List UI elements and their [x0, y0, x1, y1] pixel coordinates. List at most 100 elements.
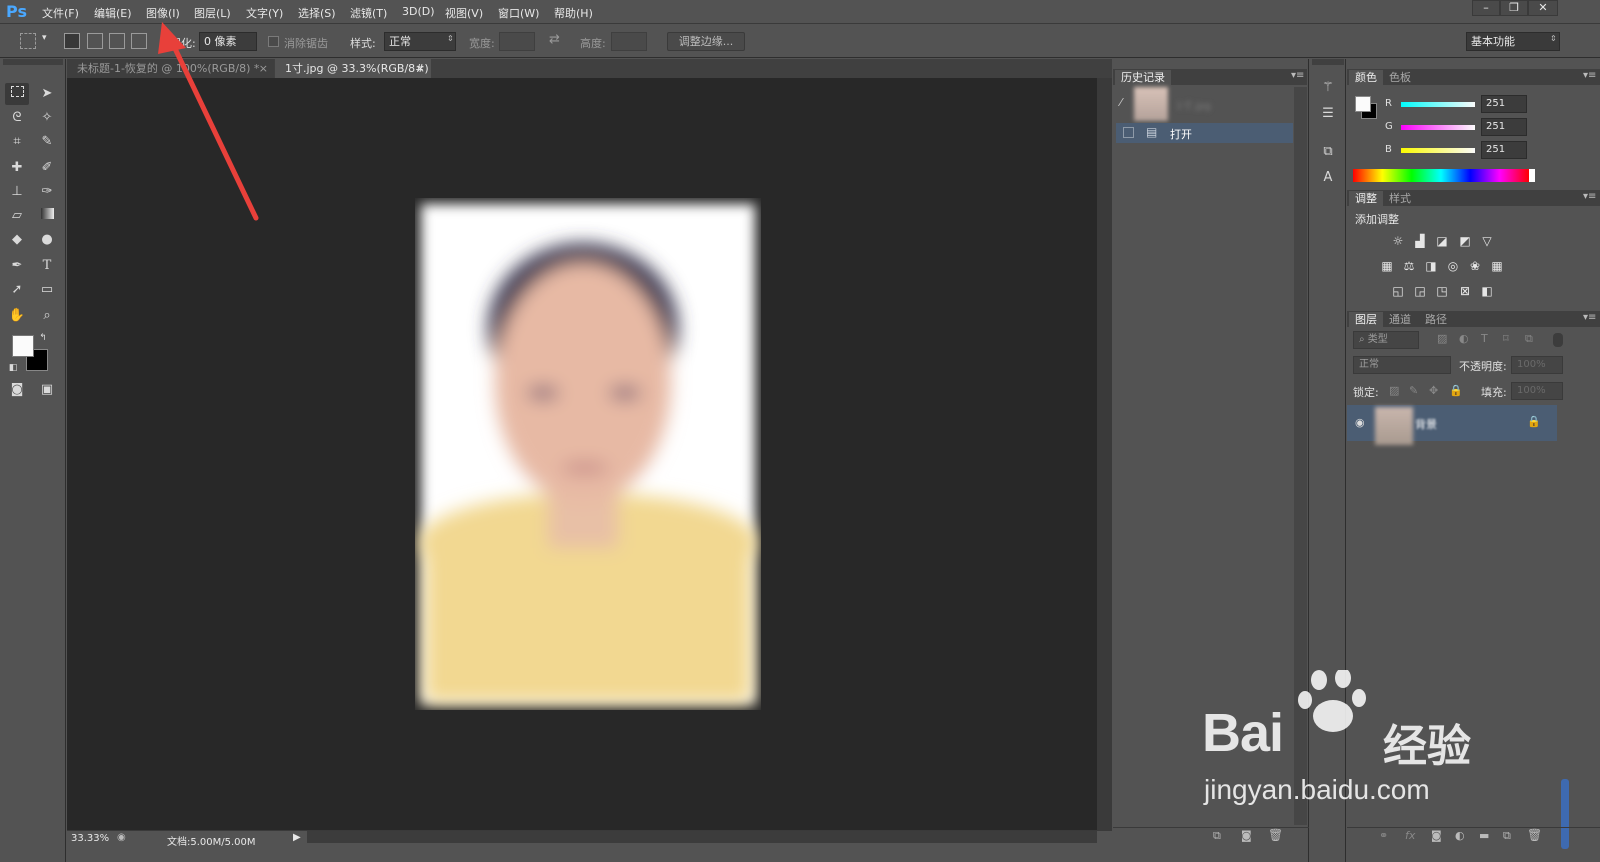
blend-mode-select[interactable]: 正常: [1353, 356, 1451, 374]
height-input[interactable]: [611, 32, 647, 51]
tab-color[interactable]: 颜色: [1349, 70, 1383, 85]
blue-slider[interactable]: [1401, 148, 1475, 153]
clone-source-dock-icon[interactable]: ⧉: [1316, 141, 1340, 163]
menu-image[interactable]: 图像(I): [146, 5, 180, 21]
trash-icon[interactable]: 🗑: [1268, 828, 1283, 842]
add-mask-icon[interactable]: ◙: [1431, 829, 1442, 842]
filter-adjustment-icon[interactable]: ◐: [1459, 332, 1469, 345]
delete-layer-icon[interactable]: 🗑: [1527, 828, 1542, 842]
red-slider[interactable]: [1401, 102, 1475, 107]
preset-chevron-icon[interactable]: ▾: [42, 33, 47, 43]
dodge-tool-icon[interactable]: ●: [35, 229, 59, 251]
swap-dimensions-icon[interactable]: ⇄: [549, 32, 560, 47]
hand-tool-icon[interactable]: ✋: [5, 305, 29, 327]
pen-tool-icon[interactable]: ✒: [5, 255, 29, 277]
threshold-icon[interactable]: ◳: [1434, 284, 1450, 298]
swap-colors-icon[interactable]: ↰: [36, 327, 50, 349]
character-dock-icon[interactable]: A: [1316, 167, 1340, 189]
move-tool-icon[interactable]: ➤: [35, 83, 59, 105]
new-layer-icon[interactable]: ⧉: [1503, 829, 1511, 843]
filter-smart-object-icon[interactable]: ⧉: [1525, 332, 1533, 346]
new-adjustment-layer-icon[interactable]: ◐: [1455, 829, 1465, 842]
filter-shape-icon[interactable]: ⌑: [1503, 332, 1509, 345]
menu-file[interactable]: 文件(F): [42, 5, 79, 21]
history-snapshot[interactable]: ⁄ 1寸.jpg: [1116, 87, 1293, 121]
path-selection-tool-icon[interactable]: ➚: [5, 279, 29, 301]
canvas-vertical-scrollbar[interactable]: [1097, 78, 1112, 830]
screen-mode-icon[interactable]: ▣: [35, 379, 59, 401]
crop-tool-icon[interactable]: ⌗: [5, 131, 29, 153]
intersect-selection-icon[interactable]: [131, 33, 147, 49]
green-slider[interactable]: [1401, 125, 1475, 130]
selective-color-icon[interactable]: ⊠: [1457, 284, 1473, 298]
tab-1inch-jpg[interactable]: 1寸.jpg @ 33.3%(RGB/8#) ×: [275, 59, 431, 78]
black-white-icon[interactable]: ◨: [1423, 259, 1439, 273]
opacity-input[interactable]: 100%: [1511, 356, 1563, 374]
fill-input[interactable]: 100%: [1511, 382, 1563, 400]
brush-tool-icon[interactable]: ✐: [35, 157, 59, 179]
default-colors-icon[interactable]: ◧: [6, 357, 20, 379]
levels-icon[interactable]: ▟: [1412, 234, 1428, 248]
lock-all-icon[interactable]: 🔒: [1449, 384, 1463, 397]
lock-position-icon[interactable]: ✥: [1429, 384, 1438, 397]
lock-image-icon[interactable]: ✎: [1409, 384, 1418, 397]
snapshot-camera-icon[interactable]: ◙: [1241, 829, 1252, 842]
minimize-button[interactable]: –: [1472, 0, 1500, 16]
tab-history[interactable]: 历史记录: [1115, 70, 1171, 85]
tab-swatches[interactable]: 色板: [1383, 70, 1417, 85]
filter-pixel-icon[interactable]: ▨: [1437, 332, 1447, 345]
layer-row-background[interactable]: ◉ 背景 🔒: [1347, 405, 1557, 445]
close-window-button[interactable]: ✕: [1528, 0, 1558, 16]
vibrance-icon[interactable]: ▽: [1479, 234, 1495, 248]
visibility-eye-icon[interactable]: ◉: [1355, 416, 1365, 429]
panel-menu-icon[interactable]: ▾≡: [1583, 70, 1596, 81]
exposure-icon[interactable]: ◩: [1457, 234, 1473, 248]
zoom-level[interactable]: 33.33%: [71, 833, 109, 844]
refine-edge-button[interactable]: 调整边缘...: [667, 32, 745, 51]
status-menu-arrow-icon[interactable]: ▶: [293, 832, 301, 843]
filter-toggle[interactable]: [1553, 333, 1563, 347]
menu-filter[interactable]: 滤镜(T): [350, 5, 387, 21]
horizontal-scrollbar[interactable]: [307, 831, 1097, 843]
color-balance-icon[interactable]: ⚖: [1401, 259, 1417, 273]
history-source-checkbox[interactable]: [1123, 127, 1134, 138]
zoom-tool-icon[interactable]: ⌕: [35, 305, 59, 327]
status-info-icon[interactable]: ◉: [117, 832, 126, 843]
layer-filter-select[interactable]: ⌕ 类型: [1353, 331, 1419, 349]
tab-paths[interactable]: 路径: [1419, 312, 1453, 327]
new-group-icon[interactable]: ▬: [1479, 829, 1489, 842]
curves-icon[interactable]: ◪: [1434, 234, 1450, 248]
menu-edit[interactable]: 编辑(E): [94, 5, 132, 21]
menu-select[interactable]: 选择(S): [298, 5, 336, 21]
menu-help[interactable]: 帮助(H): [554, 5, 593, 21]
panel-menu-icon[interactable]: ▾≡: [1291, 70, 1304, 81]
type-tool-icon[interactable]: T: [35, 255, 59, 277]
channel-mixer-icon[interactable]: ❀: [1467, 259, 1483, 273]
history-brush-source-icon[interactable]: ⁄: [1120, 96, 1122, 109]
menu-3d[interactable]: 3D(D): [402, 5, 435, 18]
tab-layers[interactable]: 图层: [1349, 312, 1383, 327]
lasso-tool-icon[interactable]: ᘓ: [5, 107, 29, 129]
history-brush-tool-icon[interactable]: ✑: [35, 181, 59, 203]
width-input[interactable]: [499, 32, 535, 51]
blur-tool-icon[interactable]: ◆: [5, 229, 29, 251]
color-foreground-swatch-front[interactable]: [1355, 96, 1371, 112]
brightness-contrast-icon[interactable]: ☼: [1390, 234, 1406, 248]
history-scrollbar[interactable]: [1294, 87, 1307, 825]
panel-menu-icon[interactable]: ▾≡: [1583, 191, 1596, 202]
lock-transparent-icon[interactable]: ▨: [1389, 384, 1399, 397]
menu-view[interactable]: 视图(V): [445, 5, 483, 21]
color-spectrum-ramp[interactable]: [1353, 169, 1535, 182]
healing-brush-tool-icon[interactable]: ✚: [5, 157, 29, 179]
rectangle-tool-icon[interactable]: ▭: [35, 279, 59, 301]
link-layers-icon[interactable]: ⚭: [1379, 829, 1388, 842]
red-value-input[interactable]: 251: [1481, 95, 1527, 113]
restore-button[interactable]: ❐: [1500, 0, 1528, 16]
marquee-preset-icon[interactable]: [20, 33, 36, 49]
subtract-selection-icon[interactable]: [109, 33, 125, 49]
add-selection-icon[interactable]: [87, 33, 103, 49]
color-lookup-icon[interactable]: ▦: [1489, 259, 1505, 273]
gradient-map-icon[interactable]: ◧: [1479, 284, 1495, 298]
quick-mask-icon[interactable]: ◙: [5, 379, 29, 401]
menu-window[interactable]: 窗口(W): [498, 5, 539, 21]
